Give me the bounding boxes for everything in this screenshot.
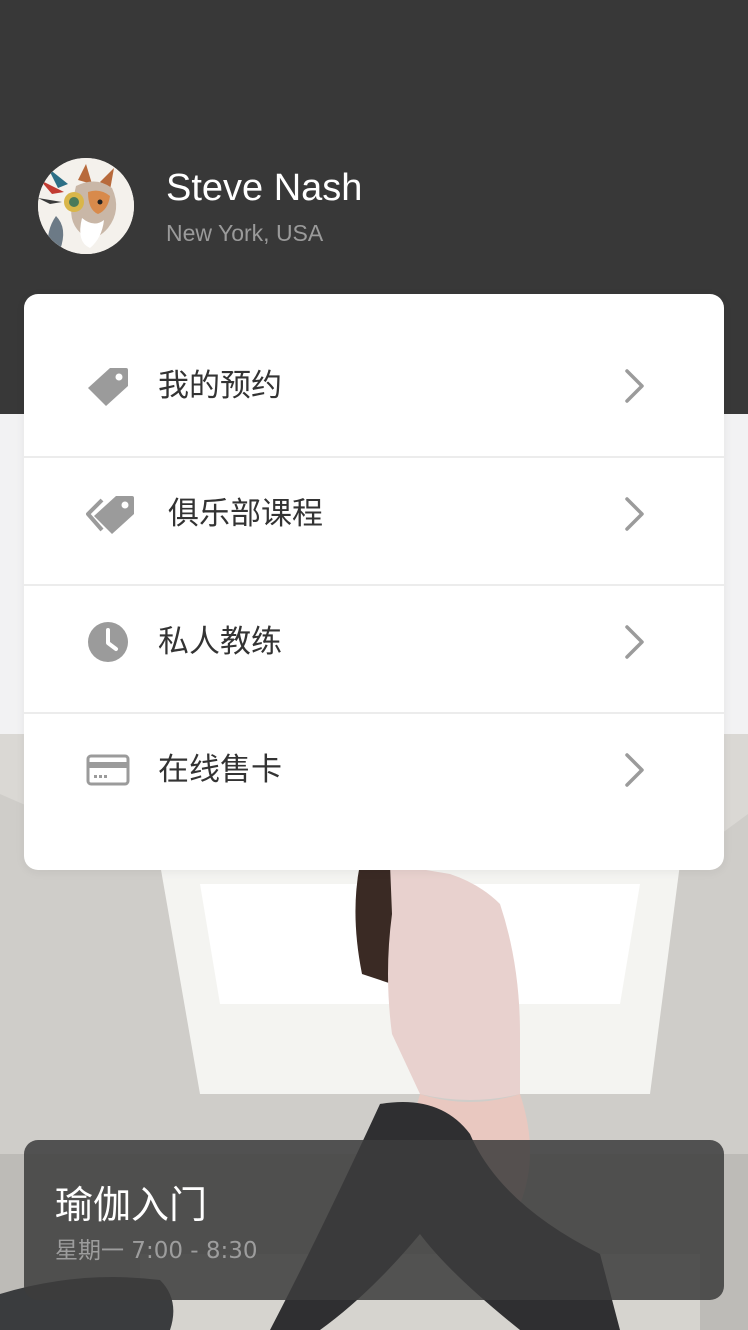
avatar[interactable] (38, 158, 134, 254)
menu-item-club-courses[interactable]: 俱乐部课程 (24, 458, 724, 586)
menu-item-label: 俱乐部课程 (168, 496, 323, 532)
chevron-right-icon (625, 369, 644, 403)
menu-card: 我的预约 俱乐部课程 私人教练 在线售卡 (24, 294, 724, 870)
chevron-right-icon (625, 625, 644, 659)
menu-item-personal-trainer[interactable]: 私人教练 (24, 586, 724, 714)
chevron-right-icon (625, 753, 644, 787)
chevron-right-icon (625, 497, 644, 531)
menu-item-my-appointments[interactable]: 我的预约 (24, 330, 724, 458)
class-title: 瑜伽入门 (55, 1183, 208, 1227)
user-name: Steve Nash (166, 167, 363, 209)
menu-item-label: 私人教练 (158, 624, 282, 660)
credit-card-icon (86, 754, 130, 786)
fox-avatar-icon (38, 158, 134, 254)
class-time: 星期一 7:00 - 8:30 (55, 1238, 258, 1264)
tag-icon (88, 368, 128, 406)
menu-item-label: 在线售卡 (158, 752, 282, 788)
clock-icon (88, 622, 128, 662)
class-card[interactable]: 瑜伽入门 星期一 7:00 - 8:30 (24, 1140, 724, 1300)
tags-icon (86, 496, 134, 534)
menu-item-label: 我的预约 (158, 368, 282, 404)
user-location: New York, USA (166, 220, 324, 246)
menu-item-online-cards[interactable]: 在线售卡 (24, 714, 724, 842)
